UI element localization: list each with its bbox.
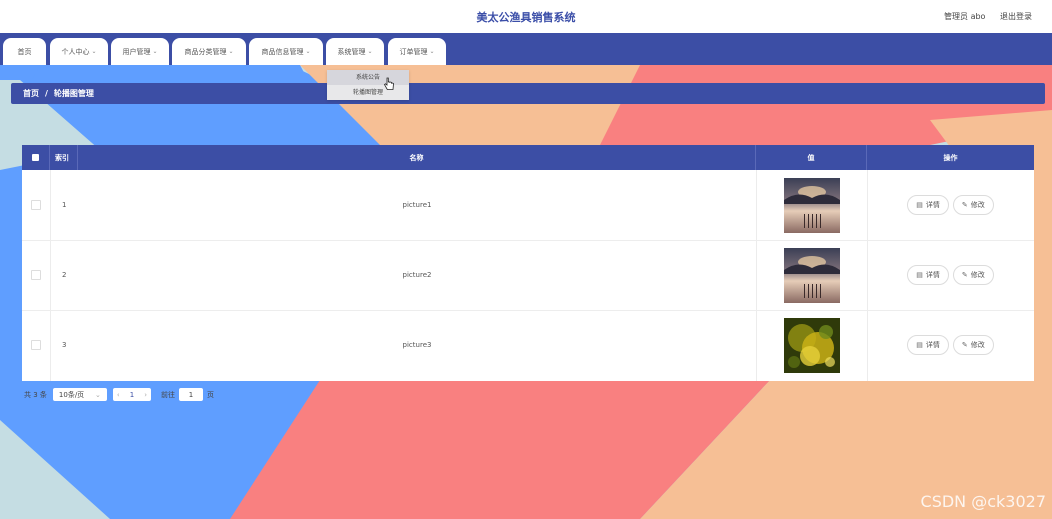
nav-label: 订单管理 [399,47,428,56]
document-icon: ▤ [916,201,923,209]
carousel-image-lake[interactable] [783,177,840,233]
page-controls: ‹ 1 › [112,388,151,401]
pagination-total: 共 3 条 [24,390,47,399]
top-header: 美太公渔具销售系统 管理员 abo 退出登录 [0,0,1052,33]
row-name: picture2 [402,271,432,279]
nav-product-management[interactable]: 商品信息管理 ⌄ [249,38,323,65]
column-header-index: 索引 [50,145,78,170]
logout-link[interactable]: 退出登录 [1000,12,1032,21]
pencil-icon: ✎ [961,341,968,349]
nav-label: 商品分类管理 [184,47,227,56]
nav-system-management[interactable]: 系统管理 ⌄ [326,38,384,65]
detail-button[interactable]: ▤ 详情 [907,265,949,285]
table-header: 索引 名称 值 操作 [22,145,1034,170]
chevron-right-icon[interactable]: › [144,391,147,399]
row-image-cell [756,240,867,310]
main-navbar: 首页 个人中心 ⌄ 用户管理 ⌄ 商品分类管理 ⌄ 商品信息管理 ⌄ 系统管理 ⌄ 订单管… [0,33,1052,65]
chevron-down-icon: ⌄ [228,48,234,55]
current-page[interactable]: 1 [130,391,134,399]
carousel-image-bokeh[interactable] [783,317,840,373]
page-size-select[interactable]: 10条/页 ⌄ [52,388,107,401]
breadcrumb: 首页 / 轮播图管理 [11,83,1045,104]
breadcrumb-separator: / [45,89,48,98]
dropdown-item-carousel[interactable]: 轮播图管理 [327,85,409,100]
watermark: CSDN @ck3027 [920,492,1046,511]
row-name: picture3 [402,341,432,349]
document-icon: ▤ [916,271,923,279]
nav-label: 系统管理 [337,47,366,56]
breadcrumb-current: 轮播图管理 [53,89,94,98]
nav-label: 商品信息管理 [261,47,304,56]
chevron-down-icon: ⌄ [91,48,97,55]
chevron-down-icon: ⌄ [95,390,101,399]
page-suffix: 页 [207,390,214,399]
chevron-left-icon[interactable]: ‹ [117,391,120,399]
detail-label: 详情 [925,341,940,349]
row-name: picture1 [402,201,432,209]
header-select-all[interactable] [22,145,50,170]
admin-user-label: 管理员 abo [944,12,986,21]
column-header-value: 值 [756,145,867,170]
nav-user-management[interactable]: 用户管理 ⌄ [111,38,169,65]
row-checkbox[interactable] [31,270,41,280]
header-user-area: 管理员 abo 退出登录 [932,11,1032,22]
chevron-down-icon: ⌄ [152,48,158,55]
edit-button[interactable]: ✎ 修改 [952,335,994,355]
table-row: 1 picture1 ▤ 详情 ✎ 修改 [22,170,1034,241]
chevron-down-icon: ⌄ [367,48,373,55]
edit-button[interactable]: ✎ 修改 [952,195,994,215]
row-image-cell [756,310,867,380]
system-management-dropdown: 系统公告 轮播图管理 [327,70,409,100]
row-checkbox[interactable] [31,340,41,350]
nav-category-management[interactable]: 商品分类管理 ⌄ [172,38,246,65]
table-row: 2 picture2 ▤ 详情 ✎ 修改 [22,240,1034,311]
nav-personal-center[interactable]: 个人中心 ⌄ [50,38,108,65]
nav-label: 首页 [17,47,32,56]
detail-label: 详情 [925,201,940,209]
row-actions: ▤ 详情 ✎ 修改 [867,240,1034,310]
edit-label: 修改 [970,201,985,209]
column-header-name: 名称 [78,145,756,170]
nav-order-management[interactable]: 订单管理 ⌄ [388,38,446,65]
pencil-icon: ✎ [961,271,968,279]
nav-home[interactable]: 首页 [3,38,46,65]
app-title: 美太公渔具销售系统 [476,11,576,24]
detail-button[interactable]: ▤ 详情 [907,335,949,355]
chevron-down-icon: ⌄ [305,48,311,55]
carousel-image-lake[interactable] [783,247,840,303]
edit-label: 修改 [970,341,985,349]
goto-page-input[interactable]: 1 [179,388,203,401]
select-all-checkbox[interactable] [32,154,39,161]
pagination: 共 3 条 10条/页 ⌄ ‹ 1 › 前往 1 页 [24,388,214,401]
edit-label: 修改 [970,271,985,279]
dropdown-item-announcement[interactable]: 系统公告 [327,70,409,85]
row-image-cell [756,170,867,240]
nav-label: 用户管理 [122,47,151,56]
detail-label: 详情 [925,271,940,279]
document-icon: ▤ [916,341,923,349]
carousel-table: 索引 名称 值 操作 1 picture1 ▤ 详情 ✎ 修改 2 pictur… [22,145,1034,381]
chevron-down-icon: ⌄ [429,48,435,55]
row-checkbox[interactable] [31,200,41,210]
page-size-value: 10条/页 [58,390,85,399]
detail-button[interactable]: ▤ 详情 [907,195,949,215]
row-select[interactable] [22,240,50,310]
edit-button[interactable]: ✎ 修改 [952,265,994,285]
table-row: 3 picture3 ▤ 详情 ✎ 修改 [22,310,1034,380]
pencil-icon: ✎ [961,201,968,209]
goto-label: 前往 [161,390,175,399]
row-select[interactable] [22,310,50,380]
breadcrumb-home[interactable]: 首页 [23,88,39,99]
hand-cursor-icon [383,77,394,90]
nav-label: 个人中心 [61,47,90,56]
row-actions: ▤ 详情 ✎ 修改 [867,310,1034,380]
row-select[interactable] [22,170,50,240]
column-header-actions: 操作 [943,153,958,162]
row-actions: ▤ 详情 ✎ 修改 [867,170,1034,240]
